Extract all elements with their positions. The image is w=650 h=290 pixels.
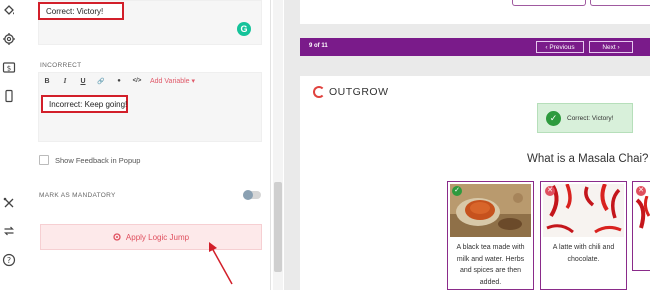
incorrect-text-highlight[interactable]: Incorrect: Keep going! xyxy=(41,95,128,113)
paint-bucket-icon[interactable] xyxy=(2,3,16,17)
correct-badge-icon: ✓ xyxy=(452,186,462,196)
answer-option-2[interactable]: ✕ A latte with chili and chocolate. xyxy=(540,181,627,290)
gear-icon[interactable] xyxy=(2,32,16,46)
spice-image xyxy=(450,184,531,237)
logic-jump-icon xyxy=(113,233,121,241)
app-root: $ ? Correct: Victory! G INCORRECT B I U … xyxy=(0,0,650,290)
previous-button[interactable]: ‹ Previous xyxy=(536,41,584,53)
link-icon[interactable]: 🔗 xyxy=(92,78,110,85)
apply-logic-jump-label: Apply Logic Jump xyxy=(125,232,190,242)
next-label: Next › xyxy=(602,43,620,51)
italic-button[interactable]: I xyxy=(56,77,74,85)
svg-text:$: $ xyxy=(7,65,11,73)
help-icon[interactable]: ? xyxy=(2,253,16,267)
previous-label: ‹ Previous xyxy=(545,43,575,51)
tools-icon[interactable] xyxy=(2,196,16,210)
text-color-icon[interactable]: ● xyxy=(110,78,128,84)
chili-image xyxy=(543,184,624,237)
dollar-screen-icon[interactable]: $ xyxy=(2,61,16,75)
icon-rail: $ ? xyxy=(0,0,20,290)
option-2-text: A latte with chili and chocolate. xyxy=(552,244,615,263)
grammarly-icon[interactable]: G xyxy=(237,22,251,36)
option-3-image xyxy=(635,196,650,229)
show-feedback-label: Show Feedback in Popup xyxy=(55,156,141,165)
bold-button[interactable]: B xyxy=(38,78,56,85)
incorrect-label: INCORRECT xyxy=(40,62,82,69)
outgrow-logo: OUTGROW xyxy=(313,86,389,98)
mandatory-label: MARK AS MANDATORY xyxy=(39,192,116,199)
toast-text: Correct: Victory! xyxy=(567,114,614,122)
add-variable-dropdown[interactable]: Add Variable ▾ xyxy=(150,77,195,85)
answer-option-3[interactable]: ✕ xyxy=(632,181,650,271)
refresh-icon[interactable] xyxy=(2,224,16,238)
mandatory-toggle[interactable] xyxy=(243,190,261,200)
prev-option-card[interactable] xyxy=(590,0,650,6)
logo-text: OUTGROW xyxy=(329,86,389,98)
panel-divider xyxy=(270,0,271,290)
question-counter: 9 of 11 xyxy=(309,43,328,49)
feedback-toast: ✓ Correct: Victory! xyxy=(537,103,633,133)
toggle-knob xyxy=(243,190,253,200)
option-1-text: A black tea made with milk and water. He… xyxy=(456,244,525,286)
annotation-arrow xyxy=(209,242,233,285)
previous-question-card xyxy=(300,0,650,24)
prev-option-card[interactable] xyxy=(512,0,586,6)
svg-text:?: ? xyxy=(7,256,11,265)
show-feedback-checkbox[interactable] xyxy=(39,155,49,165)
check-icon: ✓ xyxy=(546,110,561,126)
rich-text-toolbar: B I U 🔗 ● </> Add Variable ▾ xyxy=(38,77,195,85)
editor-scroll-thumb[interactable] xyxy=(274,182,282,272)
incorrect-badge-icon: ✕ xyxy=(545,186,555,196)
code-icon[interactable]: </> xyxy=(128,78,146,84)
answer-option-1[interactable]: ✓ A black tea made with milk and water. … xyxy=(447,181,534,290)
question-title: What is a Masala Chai? xyxy=(527,153,649,165)
incorrect-badge-icon: ✕ xyxy=(636,186,646,196)
next-button[interactable]: Next › xyxy=(589,41,633,53)
question-navbar: 9 of 11 ‹ Previous Next › xyxy=(300,38,650,56)
outgrow-logo-icon xyxy=(313,86,325,98)
correct-text-highlight[interactable]: Correct: Victory! xyxy=(38,2,124,20)
mobile-icon[interactable] xyxy=(2,89,16,103)
underline-button[interactable]: U xyxy=(74,78,92,85)
